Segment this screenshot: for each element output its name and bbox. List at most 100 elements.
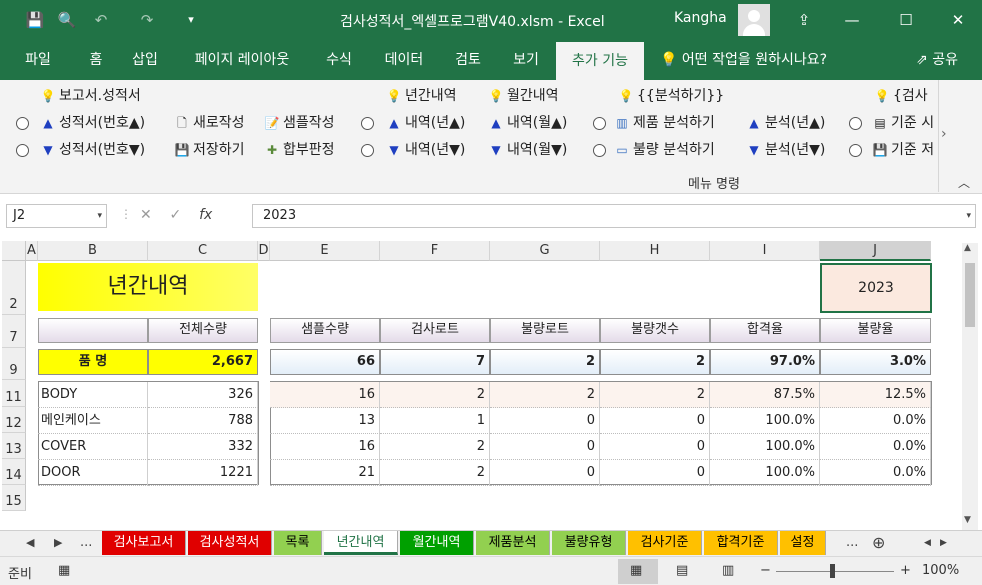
sheet-tab[interactable]: 목록 [274,531,322,555]
zoom-slider[interactable] [776,571,894,572]
col-header-e[interactable]: E [270,241,380,261]
collapse-ribbon-icon[interactable]: ︿ [958,174,970,191]
tab-data[interactable]: 데이터 [372,40,436,80]
radio-product-analysis[interactable] [593,117,606,130]
report-desc-button[interactable]: ▼ 성적서(번호▼) [40,140,145,160]
radio-criteria1[interactable] [849,117,862,130]
redo-icon[interactable]: ↷ [136,9,158,31]
print-preview-icon[interactable]: 🔍 [56,9,78,31]
prev-sheet-icon[interactable]: ◀ [26,531,34,555]
radio-report-desc[interactable] [16,144,29,157]
row-header-7[interactable]: 7 [2,315,26,348]
sheet-tab[interactable]: 월간내역 [400,531,474,555]
row-header-14[interactable]: 14 [2,459,26,485]
cell-name[interactable]: 메인케이스 [38,408,148,434]
cell-lot[interactable]: 2 [380,460,490,486]
scroll-left-icon[interactable]: ◀ [924,531,931,555]
undo-icon[interactable]: ↶ [90,9,112,31]
enter-icon[interactable]: ✓ [170,207,182,223]
page-break-view-icon[interactable]: ▥ [722,563,734,578]
row-header-15[interactable]: 15 [2,485,26,511]
analysis-year-asc-button[interactable]: ▲ 분석(년▲) [746,113,825,133]
analysis-year-desc-button[interactable]: ▼ 분석(년▼) [746,140,825,160]
month-asc-button[interactable]: ▲ 내역(월▲) [488,113,567,133]
col-header-b[interactable]: B [38,241,148,261]
cell-total[interactable]: 1221 [148,460,258,486]
scroll-up-icon[interactable]: ▲ [964,243,971,253]
sheet-tab[interactable]: 년간내역 [324,531,398,555]
close-icon[interactable]: ✕ [944,6,972,34]
defect-analysis-button[interactable]: ▭ 불량 분석하기 [614,140,714,160]
year-desc-button[interactable]: ▼ 내역(년▼) [386,140,465,160]
maximize-icon[interactable]: ☐ [892,6,920,34]
product-analysis-button[interactable]: ▥ 제품 분석하기 [614,113,714,133]
tab-view[interactable]: 보기 [500,40,552,80]
cancel-icon[interactable]: ✕ [140,207,152,223]
scroll-down-icon[interactable]: ▼ [964,515,971,525]
normal-view-icon[interactable]: ▦ [630,563,642,578]
report-asc-button[interactable]: ▲ 성적서(번호▲) [40,113,145,133]
month-desc-button[interactable]: ▼ 내역(월▼) [488,140,567,160]
criteria1-button[interactable]: ▤ 기준 시 [872,113,936,133]
sheet-tab[interactable]: 불량유형 [552,531,626,555]
col-header-d[interactable]: D [258,241,270,261]
radio-defect-analysis[interactable] [593,144,606,157]
zoom-slider-thumb[interactable] [830,564,835,578]
row-header-9[interactable]: 9 [2,348,26,380]
radio-year-asc[interactable] [361,117,374,130]
avatar[interactable] [738,4,770,36]
ribbon-scroll-right-icon[interactable]: › [941,126,947,142]
cell-sample[interactable]: 13 [270,408,380,434]
cell-sample[interactable]: 21 [270,460,380,486]
zoom-level[interactable]: 100% [922,563,959,578]
row-header-12[interactable]: 12 [2,407,26,433]
select-all-corner[interactable] [2,241,26,261]
formula-input[interactable]: 2023 ▾ [252,204,976,228]
cell-total[interactable]: 332 [148,434,258,460]
cell-defect_lot[interactable]: 0 [490,408,600,434]
year-cell[interactable]: 2023 [820,263,932,313]
new-write-button[interactable]: 🗋 새로작성 [174,113,244,133]
cell-defect_lot[interactable]: 2 [490,382,600,408]
sample-write-button[interactable]: 📝 샘플작성 [264,113,335,133]
cell-pass[interactable]: 87.5% [710,382,820,408]
zoom-out-icon[interactable]: − [760,563,771,578]
cell-name[interactable]: COVER [38,434,148,460]
scroll-thumb[interactable] [965,263,975,327]
scroll-right-icon[interactable]: ▶ [940,531,947,555]
col-header-g[interactable]: G [490,241,600,261]
tab-insert[interactable]: 삽입 [120,40,170,80]
col-header-i[interactable]: I [710,241,820,261]
cell-defect_count[interactable]: 2 [600,382,710,408]
macro-record-icon[interactable]: ▦ [58,563,70,578]
cell-defect[interactable]: 0.0% [820,460,931,486]
cell-total[interactable]: 326 [148,382,258,408]
fx-icon[interactable]: fx [199,207,212,223]
zoom-in-icon[interactable]: + [900,563,911,578]
radio-criteria2[interactable] [849,144,862,157]
cell-defect[interactable]: 12.5% [820,382,931,408]
tab-home[interactable]: 홈 [76,40,116,80]
cell-lot[interactable]: 1 [380,408,490,434]
user-name[interactable]: Kangha [674,10,727,26]
save-button[interactable]: 💾 저장하기 [174,140,245,160]
worksheet-grid[interactable]: A B C D E F G H I J 2 7 9 11 12 13 14 15… [0,239,982,530]
cell-name[interactable]: BODY [38,382,148,408]
add-sheet-icon[interactable]: ⊕ [872,531,885,555]
cell-defect[interactable]: 0.0% [820,434,931,460]
col-header-c[interactable]: C [148,241,258,261]
vertical-scrollbar[interactable]: ▲ ▼ [962,243,978,530]
radio-year-desc[interactable] [361,144,374,157]
cell-total[interactable]: 788 [148,408,258,434]
cell-defect_count[interactable]: 0 [600,460,710,486]
more-sheets-left[interactable]: ... [80,531,92,555]
cell-sample[interactable]: 16 [270,382,380,408]
sheet-tab[interactable]: 설정 [780,531,826,555]
col-header-a[interactable]: A [26,241,38,261]
name-box[interactable]: J2 ▾ [6,204,107,228]
pass-fail-button[interactable]: ✚ 합부판정 [264,140,335,160]
cell-pass[interactable]: 100.0% [710,460,820,486]
tab-review[interactable]: 검토 [442,40,494,80]
sheet-tab[interactable]: 검사성적서 [188,531,272,555]
row-header-13[interactable]: 13 [2,433,26,459]
